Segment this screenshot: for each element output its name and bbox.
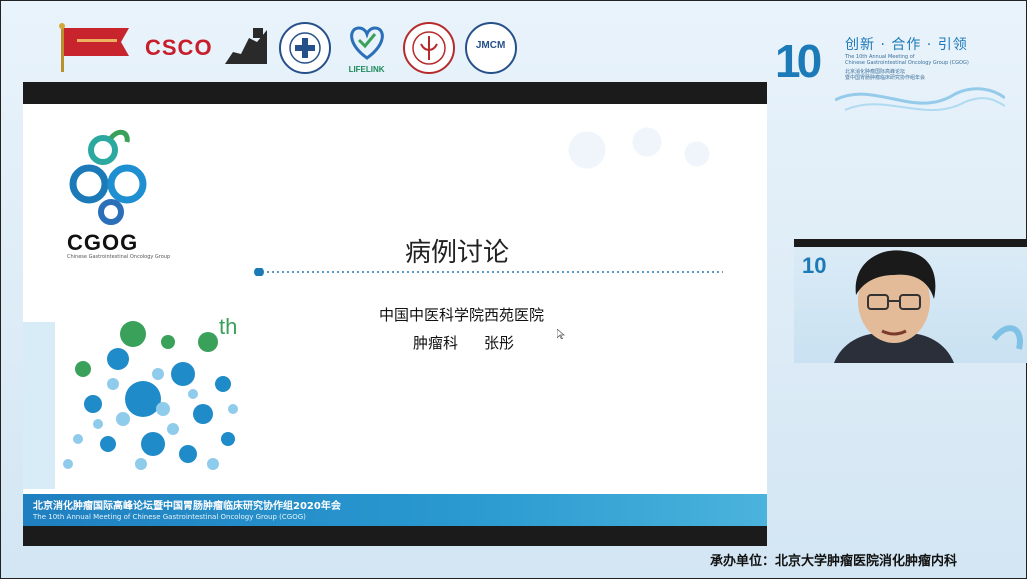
conference-brand: 10 创新 · 合作 · 引领 The 10th Annual Meeting … — [775, 28, 1005, 111]
hospital-seal-logo — [402, 22, 455, 74]
presenter-line: 肿瘤科 张彤 — [413, 332, 514, 353]
slide-top-bar — [23, 82, 767, 104]
slide-bottom-bar — [23, 526, 767, 546]
medical-seal-logo — [278, 22, 331, 74]
brand-ten: 10 — [775, 35, 822, 87]
cgog-emblem-icon — [67, 128, 157, 228]
conference-band: 北京消化肿瘤国际高峰论坛暨中国胃肠肿瘤临床研究协作组2020年会 The 10t… — [23, 494, 767, 526]
brand-en-line2: Chinese Gastrointestinal Oncology Group … — [845, 60, 969, 66]
webcam-feed[interactable]: 10 — [794, 239, 1027, 363]
presenter-video — [834, 250, 1023, 363]
mouse-cursor-icon — [557, 329, 565, 339]
presenter-name: 张彤 — [484, 334, 515, 352]
brand-slogan: 创新 · 合作 · 引领 — [845, 37, 968, 53]
lifelink-label: LIFELINK — [348, 65, 385, 74]
csco-logo: CSCO — [145, 35, 213, 60]
cgog-logo-subtitle: Chinese Gastrointestinal Oncology Group — [67, 254, 171, 260]
presenter-department: 肿瘤科 — [413, 334, 459, 352]
great-wall-icon — [223, 24, 269, 72]
presentation-slide: CGOG Chinese Gastrointestinal Oncology G… — [23, 82, 767, 546]
jmcm-seal-logo: JMCM — [464, 22, 517, 74]
dotted-divider — [254, 268, 723, 276]
slide-watermark — [527, 110, 727, 190]
band-english-title: The 10th Annual Meeting of Chinese Gastr… — [33, 513, 306, 521]
slide-title: 病例讨论 — [405, 238, 510, 268]
flag-logo — [55, 22, 135, 74]
host-organization: 承办单位：北京大学肿瘤医院消化肿瘤内科 — [710, 554, 958, 569]
cgog-logo-text: CGOG — [67, 230, 139, 255]
band-chinese-title: 北京消化肿瘤国际高峰论坛暨中国胃肠肿瘤临床研究协作组2020年会 — [33, 501, 341, 512]
sponsor-logos: CSCO LIFELINK JMCM — [55, 18, 517, 78]
jmcm-label: JMCM — [475, 40, 506, 51]
wave-decoration — [835, 87, 1005, 111]
anniversary-ten-graphic — [23, 321, 238, 489]
presenter-organization: 中国中医科学院西苑医院 — [379, 306, 545, 324]
lifelink-logo: LIFELINK — [341, 22, 393, 74]
anniversary-th: th — [219, 314, 238, 339]
